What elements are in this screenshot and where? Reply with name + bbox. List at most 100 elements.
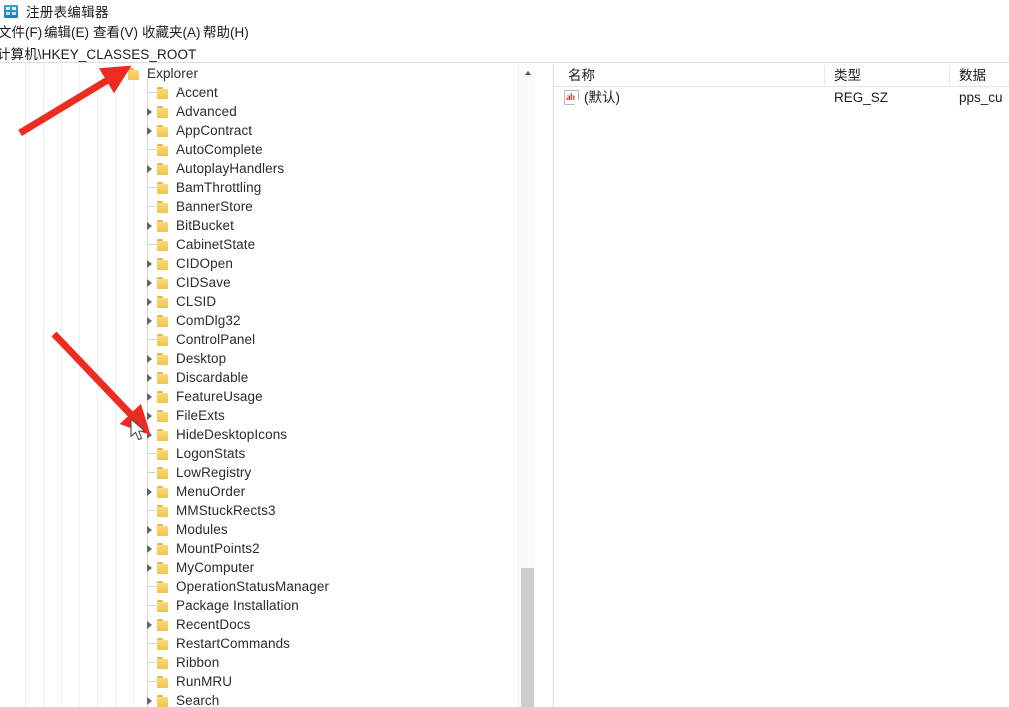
folder-icon: [157, 276, 170, 289]
tree-node-label: CLSID: [176, 294, 217, 309]
tree-node-label: RestartCommands: [176, 636, 291, 651]
tree-node-featureusage[interactable]: FeatureUsage: [0, 387, 535, 406]
tree-node-label: MountPoints2: [176, 541, 260, 556]
chevron-right-icon[interactable]: [139, 102, 157, 121]
tree-node-mountpoints2[interactable]: MountPoints2: [0, 539, 535, 558]
menu-item-2[interactable]: 编辑(E): [44, 22, 95, 43]
address-bar[interactable]: 计算机\HKEY_CLASSES_ROOT: [0, 43, 1009, 63]
chevron-right-icon[interactable]: [139, 349, 157, 368]
tree-node-label: LowRegistry: [176, 465, 252, 480]
tree-node-label: BannerStore: [176, 199, 253, 214]
menu-item-4[interactable]: 收藏夹(A): [142, 22, 207, 43]
folder-icon: [157, 181, 170, 194]
chevron-right-icon[interactable]: [139, 520, 157, 539]
tree-node-cidopen[interactable]: CIDOpen: [0, 254, 535, 273]
tree-node-mycomputer[interactable]: MyComputer: [0, 558, 535, 577]
tree-node-label: MyComputer: [176, 560, 255, 575]
tree-node-search[interactable]: Search: [0, 691, 535, 707]
tree-node-discardable[interactable]: Discardable: [0, 368, 535, 387]
tree-node-accent[interactable]: Accent: [0, 83, 535, 102]
folder-icon: [157, 124, 170, 137]
tree-vertical-scrollbar[interactable]: [518, 64, 535, 707]
folder-icon: [157, 428, 170, 441]
tree-node-desktop[interactable]: Desktop: [0, 349, 535, 368]
tree-node-hidedesktopicons[interactable]: HideDesktopIcons: [0, 425, 535, 444]
tree-node-comdlg32[interactable]: ComDlg32: [0, 311, 535, 330]
tree-node-advanced[interactable]: Advanced: [0, 102, 535, 121]
folder-icon: [157, 143, 170, 156]
tree-node-label: Advanced: [176, 104, 237, 119]
tree-node-bitbucket[interactable]: BitBucket: [0, 216, 535, 235]
chevron-right-icon[interactable]: [139, 159, 157, 178]
tree-node-clsid[interactable]: CLSID: [0, 292, 535, 311]
chevron-right-icon[interactable]: [139, 425, 157, 444]
chevron-right-icon[interactable]: [139, 121, 157, 140]
tree-node-mmstuckrects3[interactable]: MMStuckRects3: [0, 501, 535, 520]
folder-icon: [157, 238, 170, 251]
chevron-right-icon[interactable]: [139, 368, 157, 387]
folder-icon: [157, 200, 170, 213]
tree-node-lowregistry[interactable]: LowRegistry: [0, 463, 535, 482]
main-content: Explorer Accent Advanced AppContract AutoCom…: [0, 64, 1009, 707]
chevron-right-icon[interactable]: [139, 482, 157, 501]
chevron-right-icon[interactable]: [139, 311, 157, 330]
chevron-right-icon[interactable]: [139, 254, 157, 273]
chevron-down-icon[interactable]: [110, 64, 128, 83]
tree-node-explorer[interactable]: Explorer: [0, 64, 535, 83]
tree-node-logonstats[interactable]: LogonStats: [0, 444, 535, 463]
folder-icon: [157, 86, 170, 99]
value-row[interactable]: ab (默认) REG_SZ pps_cu: [554, 87, 1009, 109]
tree-node-bannerstore[interactable]: BannerStore: [0, 197, 535, 216]
chevron-right-icon[interactable]: [139, 691, 157, 707]
tree-node-controlpanel[interactable]: ControlPanel: [0, 330, 535, 349]
scrollbar-thumb[interactable]: [521, 568, 534, 707]
chevron-right-icon[interactable]: [139, 292, 157, 311]
folder-icon: [157, 542, 170, 555]
tree-node-restartcommands[interactable]: RestartCommands: [0, 634, 535, 653]
tree-leaf-stub: [139, 463, 157, 482]
folder-icon: [157, 637, 170, 650]
chevron-right-icon[interactable]: [139, 558, 157, 577]
folder-icon: [128, 67, 141, 80]
folder-icon: [157, 257, 170, 270]
folder-icon: [157, 333, 170, 346]
tree-node-fileexts[interactable]: FileExts: [0, 406, 535, 425]
menu-item-1[interactable]: 文件(F): [0, 22, 48, 43]
tree-node-ribbon[interactable]: Ribbon: [0, 653, 535, 672]
tree-leaf-stub: [139, 653, 157, 672]
column-header-3[interactable]: 数据: [959, 64, 986, 87]
tree-node-autocomplete[interactable]: AutoComplete: [0, 140, 535, 159]
column-header-2[interactable]: 类型: [834, 64, 861, 87]
chevron-right-icon[interactable]: [139, 615, 157, 634]
tree-node-operationstatusmanager[interactable]: OperationStatusManager: [0, 577, 535, 596]
tree-node-label: LogonStats: [176, 446, 246, 461]
chevron-right-icon[interactable]: [139, 387, 157, 406]
tree-node-runmru[interactable]: RunMRU: [0, 672, 535, 691]
tree-node-bamthrottling[interactable]: BamThrottling: [0, 178, 535, 197]
folder-icon: [157, 523, 170, 536]
tree-node-autoplayhandlers[interactable]: AutoplayHandlers: [0, 159, 535, 178]
menu-item-5[interactable]: 帮助(H): [203, 22, 255, 43]
column-divider[interactable]: [824, 66, 825, 85]
tree-node-cabinetstate[interactable]: CabinetState: [0, 235, 535, 254]
tree-node-cidsave[interactable]: CIDSave: [0, 273, 535, 292]
tree-node-label: CabinetState: [176, 237, 256, 252]
tree-node-appcontract[interactable]: AppContract: [0, 121, 535, 140]
tree-node-label: CIDSave: [176, 275, 231, 290]
chevron-right-icon[interactable]: [139, 216, 157, 235]
tree-node-menuorder[interactable]: MenuOrder: [0, 482, 535, 501]
scroll-up-arrow-icon[interactable]: [519, 64, 535, 81]
column-header-1[interactable]: 名称: [568, 64, 595, 87]
tree-node-modules[interactable]: Modules: [0, 520, 535, 539]
tree-node-package-installation[interactable]: Package Installation: [0, 596, 535, 615]
folder-icon: [157, 561, 170, 574]
column-divider[interactable]: [949, 66, 950, 85]
folder-icon: [157, 409, 170, 422]
tree-node-label: AppContract: [176, 123, 253, 138]
chevron-right-icon[interactable]: [139, 406, 157, 425]
tree-leaf-stub: [139, 596, 157, 615]
chevron-right-icon[interactable]: [139, 539, 157, 558]
chevron-right-icon[interactable]: [139, 273, 157, 292]
menu-item-3[interactable]: 查看(V): [93, 22, 144, 43]
tree-node-recentdocs[interactable]: RecentDocs: [0, 615, 535, 634]
